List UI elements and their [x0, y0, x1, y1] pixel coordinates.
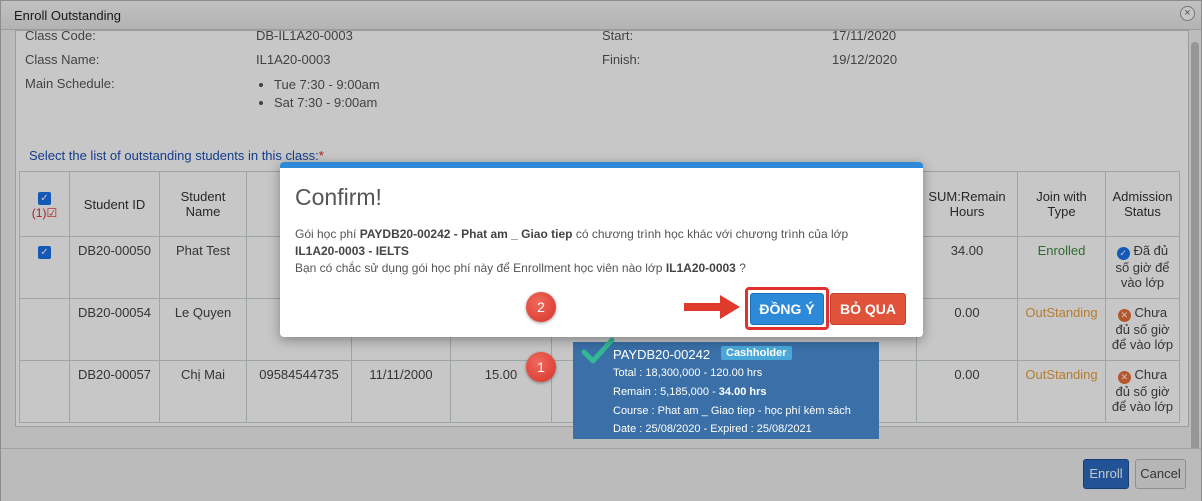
package-remain: Remain : 5,185,000 - 34.00 hrs: [613, 386, 767, 398]
package-tag: Cashholder: [721, 346, 792, 360]
arrow-right-icon: [684, 295, 740, 319]
confirm-ok-button[interactable]: ĐỒNG Ý: [750, 293, 824, 325]
confirm-message: Gói học phí PAYDB20-00242 - Phat am _ Gi…: [295, 227, 849, 275]
package-total: Total : 18,300,000 - 120.00 hrs: [613, 367, 763, 379]
step-1-badge: 1: [526, 352, 556, 382]
package-course: Course : Phat am _ Giao tiep - học phí k…: [613, 405, 851, 417]
package-code: PAYDB20-00242: [613, 347, 711, 362]
package-date: Date : 25/08/2020 - Expired : 25/08/2021: [613, 423, 812, 435]
confirm-title: Confirm!: [295, 184, 382, 210]
confirm-skip-button[interactable]: BỎ QUA: [830, 293, 906, 325]
confirm-dialog: Confirm! Gói học phí PAYDB20-00242 - Pha…: [280, 162, 923, 337]
checkmark-icon: [581, 337, 615, 364]
payment-package-card[interactable]: PAYDB20-00242 Cashholder Total : 18,300,…: [573, 342, 879, 439]
step-2-badge: 2: [526, 292, 556, 322]
